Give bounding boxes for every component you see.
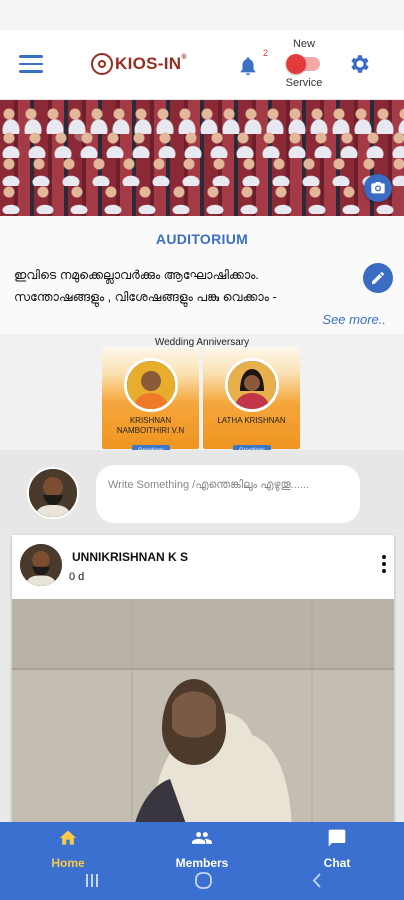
settings-gear-icon[interactable] bbox=[347, 52, 371, 76]
see-more-link[interactable]: See more.. bbox=[322, 312, 386, 327]
notification-bell-icon[interactable] bbox=[237, 54, 259, 78]
logo-text: KIOS-IN bbox=[115, 54, 182, 73]
auditorium-info: AUDITORIUM ഇവിടെ നമുക്കെല്ലാവർക്കും ആഘോഷ… bbox=[0, 216, 404, 334]
toggle-switch[interactable] bbox=[286, 54, 322, 74]
member-photo bbox=[123, 358, 178, 412]
change-cover-camera-icon[interactable] bbox=[364, 174, 392, 202]
write-something-input[interactable]: Write Something /എന്തെങ്കിലും എഴുതൂ.....… bbox=[96, 465, 360, 523]
system-navigation-bar bbox=[0, 869, 404, 893]
nav-home[interactable]: Home bbox=[28, 828, 108, 870]
member-name: LATHA KRISHNAN bbox=[217, 416, 286, 425]
page-title: AUDITORIUM bbox=[155, 231, 249, 247]
system-home-icon[interactable] bbox=[195, 872, 212, 889]
post-author-avatar[interactable] bbox=[20, 544, 62, 586]
home-icon bbox=[59, 830, 77, 845]
nav-members[interactable]: Members bbox=[162, 828, 242, 870]
more-options-icon[interactable] bbox=[380, 555, 388, 577]
new-service-toggle[interactable]: New Service bbox=[278, 38, 330, 94]
description-line-2: സന്തോഷങ്ങളും , വിശേഷങ്ങളും പങ്കു വെക്കാം… bbox=[14, 290, 277, 304]
status-bar bbox=[0, 0, 404, 30]
nav-home-label: Home bbox=[51, 856, 85, 870]
event-card[interactable]: KRISHNAN NAMBOITHIRI V.N Greetings bbox=[102, 347, 199, 457]
app-logo: KIOS-IN® bbox=[91, 52, 187, 76]
description-line-1: ഇവിടെ നമുക്കെല്ലാവർക്കും ആഘോഷിക്കാം. bbox=[14, 268, 259, 282]
bottom-navigation: Home Members Chat bbox=[0, 822, 404, 900]
feed-post: UNNIKRISHNAN K S 0 d bbox=[12, 535, 394, 835]
app-bar: KIOS-IN® 2 New Service bbox=[0, 30, 404, 100]
nav-members-label: Members bbox=[175, 856, 229, 870]
post-composer: Write Something /എന്തെങ്കിലും എഴുതൂ.....… bbox=[0, 450, 404, 535]
post-photo[interactable] bbox=[12, 599, 394, 835]
logo-trademark: ® bbox=[181, 54, 187, 61]
toggle-bottom-label: Service bbox=[285, 77, 323, 89]
back-icon[interactable] bbox=[312, 873, 321, 888]
auditorium-description: ഇവിടെ നമുക്കെല്ലാവർക്കും ആഘോഷിക്കാം. സന്… bbox=[14, 264, 354, 308]
events-title: Wedding Anniversary bbox=[154, 337, 250, 348]
nav-chat-label: Chat bbox=[323, 856, 351, 870]
member-name: KRISHNAN NAMBOITHIRI V.N bbox=[116, 416, 185, 435]
auditorium-banner-image bbox=[0, 100, 404, 216]
member-photo bbox=[224, 358, 279, 412]
hamburger-menu-icon[interactable] bbox=[19, 55, 43, 73]
user-avatar[interactable] bbox=[27, 467, 79, 519]
members-icon bbox=[192, 832, 212, 844]
events-section: Wedding Anniversary KRISHNAN NAMBOITHIRI… bbox=[0, 334, 404, 457]
logo-emblem-icon bbox=[91, 53, 113, 75]
event-card[interactable]: LATHA KRISHNAN Greetings bbox=[203, 347, 300, 457]
nav-chat[interactable]: Chat bbox=[297, 828, 377, 870]
notification-count: 2 bbox=[263, 48, 269, 58]
edit-pencil-icon[interactable] bbox=[363, 263, 393, 293]
toggle-top-label: New bbox=[292, 38, 315, 50]
post-author-name[interactable]: UNNIKRISHNAN K S bbox=[72, 550, 188, 564]
recents-icon[interactable] bbox=[86, 874, 98, 887]
post-timestamp: 0 d bbox=[69, 571, 85, 583]
chat-icon bbox=[328, 829, 346, 847]
